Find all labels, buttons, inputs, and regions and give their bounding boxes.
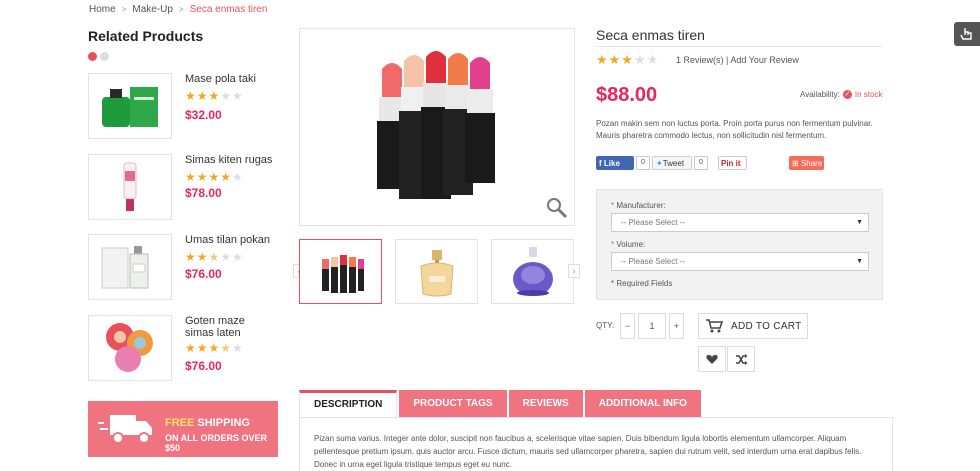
product-thumbnail[interactable] [88, 154, 172, 220]
cart-icon [706, 319, 723, 333]
chevron-down-icon: ▼ [856, 258, 863, 265]
carousel-dot-2[interactable] [100, 52, 109, 61]
related-item-price: $78.00 [185, 186, 222, 200]
required-mark: * [611, 240, 615, 249]
qty-input[interactable]: 1 [638, 313, 666, 339]
manufacturer-select[interactable]: -- Please Select -- ▼ [611, 213, 869, 232]
qty-increase-button[interactable]: + [669, 313, 684, 339]
facebook-like-button[interactable]: f Like [596, 156, 634, 170]
product-thumbnail[interactable] [88, 315, 172, 381]
availability-value: In stock [854, 90, 883, 99]
related-item[interactable]: Umas tilan pokan ★★★★★ $76.00 [88, 234, 288, 300]
free-shipping-banner[interactable]: FREE SHIPPING ON ALL ORDERS OVER $50 [88, 401, 278, 457]
volume-label-text: Volume: [616, 240, 646, 249]
related-item-price: $76.00 [185, 359, 222, 373]
compare-button[interactable] [727, 346, 755, 372]
shuffle-icon [735, 353, 747, 365]
wishlist-button[interactable] [698, 346, 726, 372]
add-to-cart-button[interactable]: ADD TO CART [698, 313, 808, 339]
shipping-highlight: FREE [165, 417, 195, 429]
check-icon: ✓ [842, 90, 852, 99]
gallery-thumb-perfume-purple[interactable] [491, 239, 574, 304]
product-thumbnail[interactable] [88, 73, 172, 139]
lipstick-set-image [377, 51, 495, 199]
breadcrumb-separator: > [178, 5, 184, 14]
rating-stars: ★★★★★ [185, 250, 244, 264]
volume-label: * Volume: [611, 240, 645, 249]
tab-description-text: Pizan suma varius. Integer ante dolor, s… [314, 434, 862, 469]
gallery-thumb-lipsticks[interactable] [299, 239, 382, 304]
tweet-count: 0 [694, 156, 708, 170]
manufacturer-label: * Manufacturer: [611, 201, 666, 210]
twitter-icon: ✦ [656, 158, 663, 168]
tweet-label: Tweet [662, 158, 685, 168]
pinterest-button[interactable]: Pin it [718, 156, 747, 170]
share-button[interactable]: ⊞ Share [789, 156, 824, 170]
thumbs-next-arrow[interactable]: › [568, 264, 580, 278]
product-title: Seca enmas tiren [596, 27, 705, 43]
related-products-title: Related Products [88, 28, 204, 44]
volume-select-value: -- Please Select -- [621, 257, 686, 266]
product-rating-stars: ★★★★★ [596, 52, 660, 67]
gallery-thumb-perfume-gold[interactable] [395, 239, 478, 304]
shipping-title: FREE SHIPPING [165, 417, 250, 429]
availability-label: Availability: [800, 90, 840, 99]
hand-pointer-icon [960, 28, 972, 40]
like-label: Like [603, 158, 620, 168]
zoom-icon[interactable] [546, 197, 568, 219]
volume-select[interactable]: -- Please Select -- ▼ [611, 252, 869, 271]
carousel-dots [88, 52, 109, 61]
required-mark: * [611, 201, 615, 210]
manufacturer-select-value: -- Please Select -- [621, 218, 686, 227]
carousel-dot-1[interactable] [88, 52, 97, 61]
rating-stars: ★★★★★ [185, 89, 244, 103]
qty-label: QTY: [596, 321, 615, 330]
reviews-link[interactable]: 1 Review(s) | Add Your Review [676, 55, 799, 65]
breadcrumb-current: Seca enmas tiren [189, 4, 268, 15]
truck-icon [98, 415, 152, 444]
tab-reviews[interactable]: REVIEWS [508, 390, 583, 417]
rating-stars: ★★★★★ [185, 341, 244, 355]
qty-decrease-button[interactable]: − [620, 313, 635, 339]
product-options-panel: * Manufacturer: -- Please Select -- ▼ * … [596, 189, 883, 300]
share-label: Share [800, 158, 823, 168]
related-item-name[interactable]: Mase pola taki [185, 73, 275, 85]
add-to-cart-label: ADD TO CART [731, 320, 802, 332]
rating-stars: ★★★★★ [185, 170, 244, 184]
product-tabs: DESCRIPTION PRODUCT TAGS REVIEWS ADDITIO… [299, 390, 701, 417]
breadcrumb-makeup[interactable]: Make-Up [132, 4, 173, 15]
related-item[interactable]: Simas kiten rugas ★★★★★ $78.00 [88, 154, 288, 220]
shipping-subtitle: ON ALL ORDERS OVER $50 [165, 433, 268, 453]
side-widget-button[interactable] [954, 22, 980, 46]
shipping-word: SHIPPING [197, 417, 250, 429]
chevron-down-icon: ▼ [856, 219, 863, 226]
related-item[interactable]: Goten maze simas laten ★★★★★ $76.00 [88, 315, 288, 381]
related-item-name[interactable]: Simas kiten rugas [185, 154, 275, 166]
manufacturer-label-text: Manufacturer: [616, 201, 666, 210]
related-item[interactable]: Mase pola taki ★★★★★ $32.00 [88, 73, 288, 139]
breadcrumb-home[interactable]: Home [89, 4, 116, 15]
breadcrumb: Home > Make-Up > Seca enmas tiren [89, 4, 267, 15]
plus-icon: ⊞ [792, 158, 801, 168]
like-count: 0 [636, 156, 650, 170]
tab-description[interactable]: DESCRIPTION [299, 390, 398, 417]
tab-content-panel: Pizan suma varius. Integer ante dolor, s… [299, 417, 893, 471]
heart-icon [706, 354, 718, 364]
main-product-image[interactable] [299, 28, 575, 226]
related-item-name[interactable]: Umas tilan pokan [185, 234, 275, 246]
tab-product-tags[interactable]: PRODUCT TAGS [399, 390, 507, 417]
breadcrumb-separator: > [121, 5, 127, 14]
product-thumbnail[interactable] [88, 234, 172, 300]
tweet-button[interactable]: ✦ Tweet [652, 156, 692, 170]
required-fields-note: * Required Fields [611, 279, 673, 288]
availability: Availability: ✓ In stock [800, 90, 882, 99]
related-item-price: $76.00 [185, 267, 222, 281]
tab-additional-info[interactable]: ADDITIONAL INFO [584, 390, 701, 417]
related-item-name[interactable]: Goten maze simas laten [185, 315, 275, 339]
product-price: $88.00 [596, 84, 658, 106]
title-divider [596, 46, 882, 47]
product-short-description: Pozan makin sem non luctus porta. Proin … [596, 119, 873, 140]
related-item-price: $32.00 [185, 108, 222, 122]
